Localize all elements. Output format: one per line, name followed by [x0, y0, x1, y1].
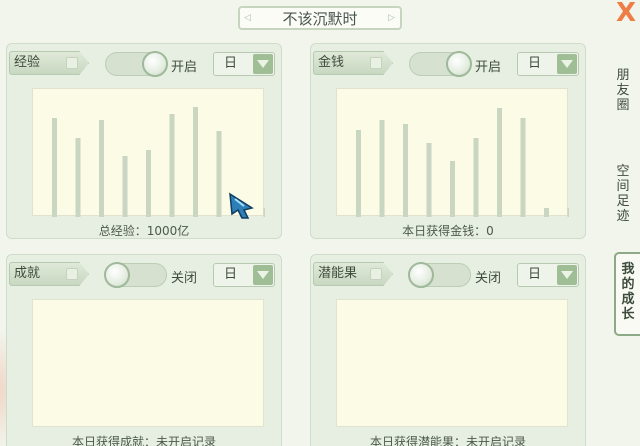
- growth-window: ◁ 不该沉默时 ▷ X 经验 开启 日 总经验：1000亿 金钱 开启 日 本日…: [0, 0, 640, 446]
- money-bar-5: [450, 161, 455, 217]
- tag-arrow-icon: [66, 268, 78, 280]
- money-bar-chart: [356, 108, 569, 217]
- money-bar-2: [379, 120, 385, 217]
- experience-total: 总经验：1000亿: [98, 224, 190, 238]
- money-bar-1: [356, 130, 361, 217]
- experience-period-value: 日: [224, 56, 238, 71]
- experience-bar-3: [99, 120, 104, 217]
- chevron-down-icon[interactable]: [557, 265, 577, 285]
- money-bar-9: [544, 208, 549, 217]
- tag-arrow-icon: [370, 57, 382, 69]
- money-bar-7: [497, 108, 502, 217]
- achievement-period-dropdown[interactable]: 日: [213, 263, 275, 287]
- potential-panel: 潜能果 关闭 日 本日获得潜能果：未开启记录: [310, 254, 586, 446]
- achievement-label: 成就: [14, 266, 41, 281]
- experience-bar-2: [75, 138, 81, 217]
- achievement-period-value: 日: [224, 267, 238, 282]
- potential-toggle[interactable]: [408, 262, 471, 288]
- experience-bar-5: [146, 150, 151, 217]
- money-label: 金钱: [318, 55, 345, 70]
- achievement-status: 本日获得成就：未开启记录: [71, 435, 216, 446]
- cursor-icon: [229, 192, 254, 219]
- experience-bar-4: [122, 156, 128, 217]
- money-bar-4: [426, 143, 432, 217]
- money-chart: [336, 88, 569, 217]
- potential-period-dropdown[interactable]: 日: [517, 263, 579, 287]
- experience-bar-10: [263, 208, 265, 217]
- chevron-down-icon[interactable]: [253, 54, 273, 74]
- close-icon[interactable]: X: [614, 0, 638, 28]
- sidebar-item-space-footprint[interactable]: 空间足迹: [612, 164, 634, 224]
- chevron-down-icon[interactable]: [557, 54, 577, 74]
- potential-chart-empty: [336, 299, 568, 427]
- money-bar-8: [520, 118, 526, 217]
- money-label-tag: 金钱: [313, 51, 393, 75]
- title-tab: ◁ 不该沉默时 ▷: [238, 6, 402, 30]
- money-panel: 金钱 开启 日 本日获得金钱：0: [310, 43, 586, 239]
- experience-toggle-label: 开启: [171, 60, 198, 75]
- experience-bar-7: [193, 107, 198, 217]
- toggle-knob: [142, 51, 168, 77]
- title-left-ornament-icon: ◁: [244, 13, 251, 23]
- money-period-value: 日: [528, 56, 542, 71]
- money-bar-6: [473, 138, 479, 217]
- toggle-knob: [446, 51, 472, 77]
- experience-bar-1: [52, 118, 57, 217]
- right-sidebar: 朋友圈 空间足迹 我的成长: [604, 40, 640, 446]
- potential-label: 潜能果: [318, 266, 358, 281]
- sidebar-item-friends-circle[interactable]: 朋友圈: [612, 68, 634, 113]
- toggle-knob: [104, 262, 130, 288]
- money-bar-10: [567, 208, 569, 217]
- experience-toggle[interactable]: [105, 51, 168, 77]
- tag-arrow-icon: [66, 57, 78, 69]
- sidebar-item-my-growth[interactable]: 我的成长: [614, 252, 640, 336]
- achievement-toggle-label: 关闭: [171, 271, 198, 286]
- window-title: 不该沉默时: [282, 9, 358, 28]
- potential-period-value: 日: [528, 267, 542, 282]
- experience-label: 经验: [14, 55, 41, 70]
- achievement-label-tag: 成就: [9, 262, 89, 286]
- potential-toggle-label: 关闭: [475, 271, 502, 286]
- money-period-dropdown[interactable]: 日: [517, 52, 579, 76]
- title-right-ornament-icon: ▷: [388, 13, 395, 23]
- potential-status: 本日获得潜能果：未开启记录: [369, 435, 526, 446]
- experience-label-tag: 经验: [9, 51, 89, 75]
- achievement-toggle[interactable]: [104, 262, 167, 288]
- achievement-panel: 成就 关闭 日 本日获得成就：未开启记录: [6, 254, 282, 446]
- money-toggle-label: 开启: [475, 60, 502, 75]
- experience-bar-6: [169, 114, 175, 217]
- toggle-knob: [408, 262, 434, 288]
- tag-arrow-icon: [370, 268, 382, 280]
- money-toggle[interactable]: [409, 51, 472, 77]
- chevron-down-icon[interactable]: [253, 265, 273, 285]
- potential-label-tag: 潜能果: [313, 262, 393, 286]
- money-bar-3: [403, 124, 408, 217]
- achievement-chart-empty: [32, 299, 264, 427]
- money-total: 本日获得金钱：0: [402, 224, 494, 238]
- experience-bar-8: [216, 131, 222, 217]
- experience-period-dropdown[interactable]: 日: [213, 52, 275, 76]
